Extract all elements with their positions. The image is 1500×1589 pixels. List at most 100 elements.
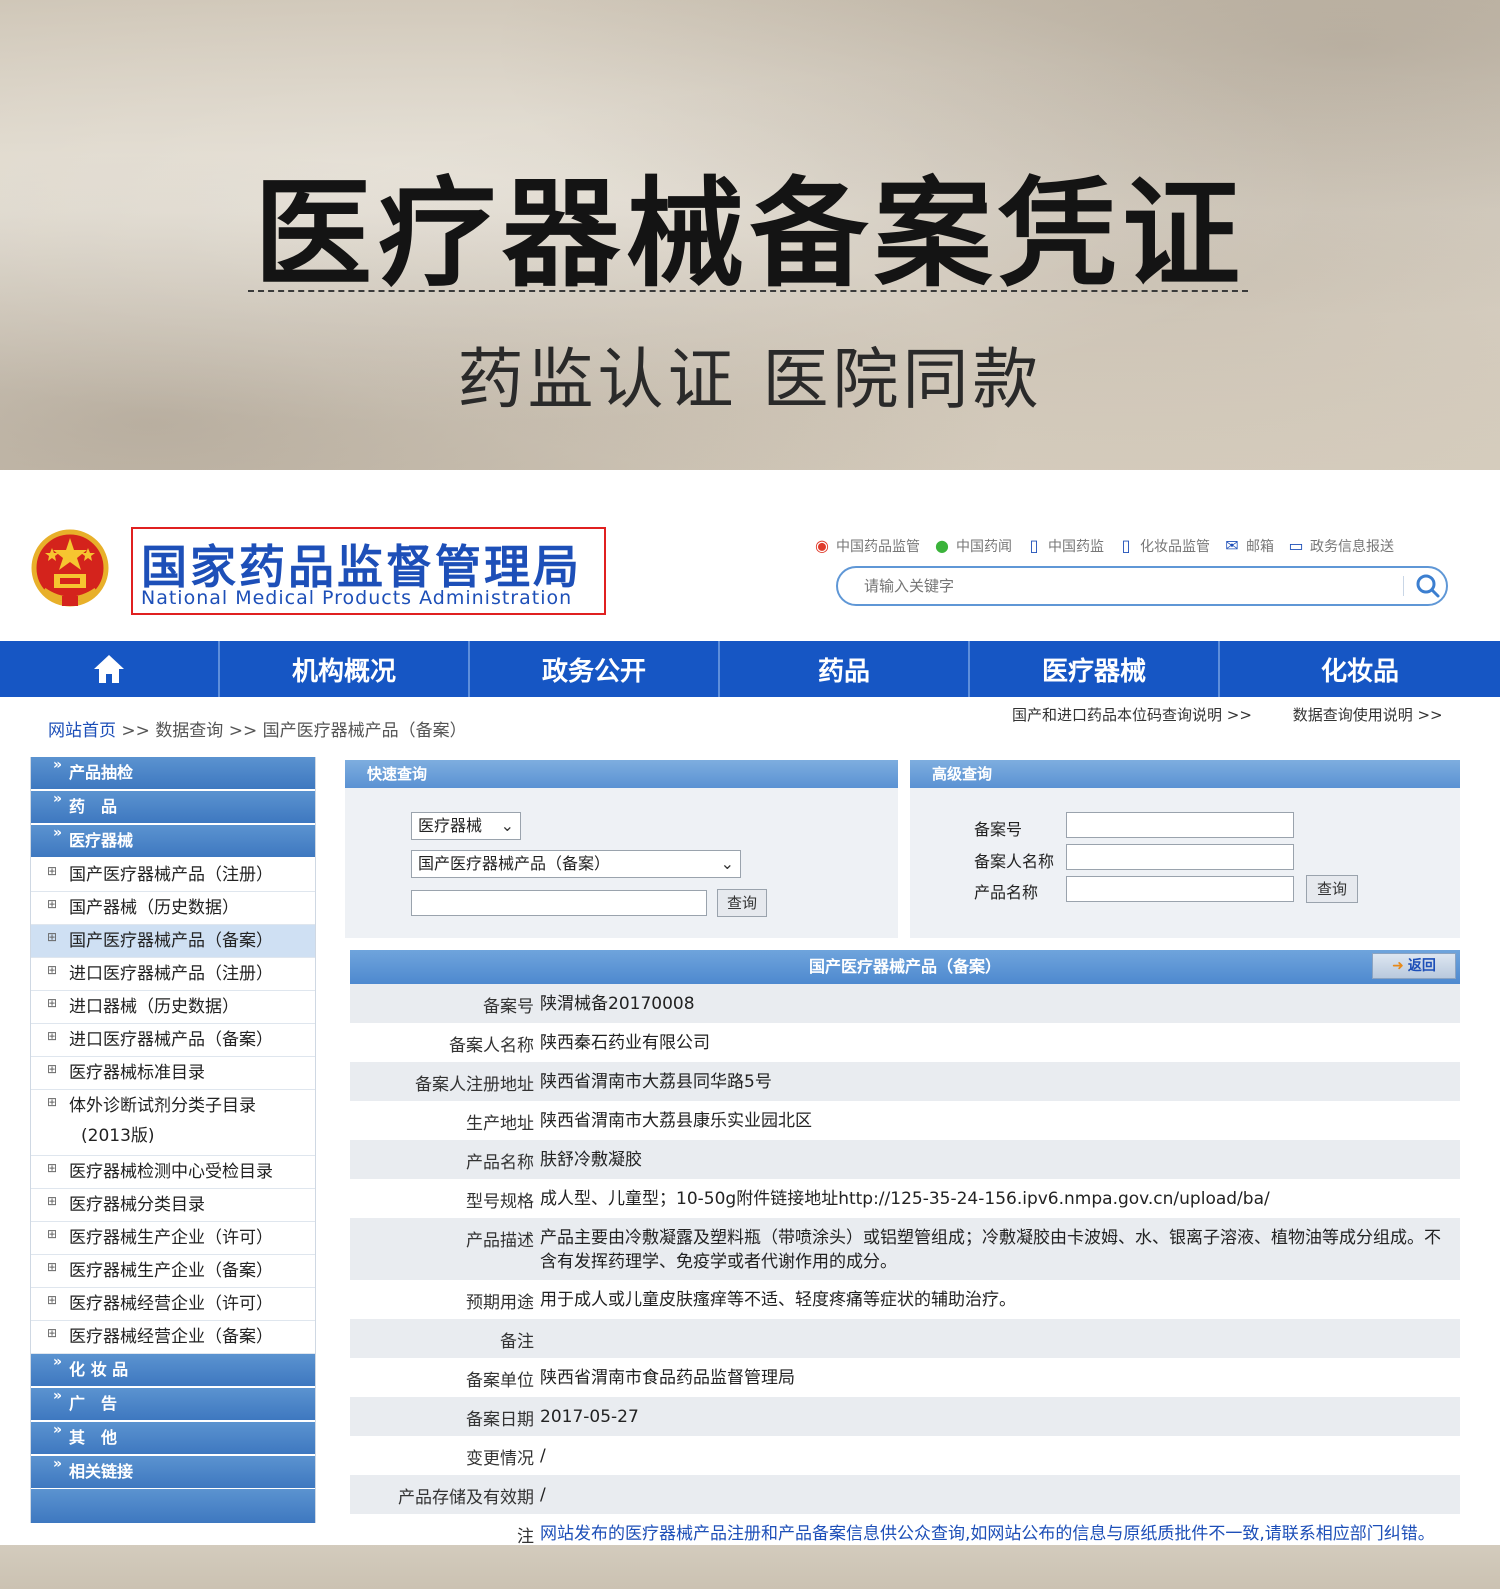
product-name-label: 产品名称: [974, 883, 1039, 902]
category-select-value: 医疗器械: [418, 816, 483, 835]
row-value: 肤舒冷敷凝胶: [540, 1150, 642, 1170]
mail-icon: ✉: [1225, 536, 1239, 555]
chevron-down-icon: ⌄: [720, 854, 734, 873]
row-value: 陕渭械备20170008: [540, 994, 695, 1014]
logo-english: National Medical Products Administration: [141, 587, 573, 609]
top-link-weibo[interactable]: ◉ 中国药品监管: [812, 536, 920, 556]
mobile-icon: ▯: [1121, 536, 1131, 555]
sidebar-section-ads[interactable]: 广 告: [31, 1380, 315, 1420]
result-title: 国产医疗器械产品（备案）: [808, 957, 1001, 976]
help-link-query-guide[interactable]: 数据查询使用说明 >>: [1293, 706, 1443, 724]
sidebar-item-domestic-history[interactable]: 国产器械（历史数据）: [31, 892, 315, 925]
top-link-label: 中国药闻: [956, 539, 1012, 555]
top-link-mail[interactable]: ✉ 邮箱: [1222, 536, 1274, 556]
product-name-field[interactable]: [1066, 876, 1294, 902]
top-link-wechat[interactable]: ● 中国药闻: [932, 536, 1012, 556]
sidebar-section-devices[interactable]: 医疗器械: [31, 817, 315, 857]
sidebar-item-testing-center[interactable]: 医疗器械检测中心受检目录: [31, 1156, 315, 1189]
sidebar-section-links[interactable]: 相关链接: [31, 1448, 315, 1488]
sidebar-item-classification[interactable]: 医疗器械分类目录: [31, 1189, 315, 1222]
sidebar-section-sampling[interactable]: 产品抽检: [31, 749, 315, 789]
row-value: 陕西省渭南市大荔县康乐实业园北区: [540, 1111, 812, 1131]
quick-query-button[interactable]: 查询: [717, 889, 767, 917]
advanced-query-button[interactable]: 查询: [1306, 875, 1358, 903]
table-row: 产品名称 肤舒冷敷凝胶: [350, 1140, 1460, 1179]
filer-name-field[interactable]: [1066, 844, 1294, 870]
banner-subtitle: 药监认证 医院同款: [457, 341, 1043, 418]
top-link-label: 邮箱: [1246, 539, 1274, 555]
help-links: 国产和进口药品本位码查询说明 >> 数据查询使用说明 >>: [1012, 704, 1479, 725]
top-link-mobile-app[interactable]: ▯ 中国药监: [1024, 536, 1104, 556]
row-value: 用于成人或儿童皮肤瘙痒等不适、轻度疼痛等症状的辅助治疗。: [540, 1290, 1016, 1310]
sidebar-item-domestic-filing[interactable]: 国产医疗器械产品（备案）: [31, 925, 315, 958]
filing-number-field[interactable]: [1066, 812, 1294, 838]
site-logo[interactable]: 国家药品监督管理局 National Medical Products Admi…: [131, 527, 606, 615]
advanced-query-panel: 高级查询 备案号 备案人名称 产品名称 查询: [910, 760, 1460, 938]
quick-query-input[interactable]: [411, 890, 707, 916]
nav-item-cosmetics[interactable]: 化妆品: [1220, 641, 1500, 697]
top-link-report[interactable]: ▭ 政务信息报送: [1286, 536, 1394, 556]
top-links: ◉ 中国药品监管 ● 中国药闻 ▯ 中国药监 ▯ 化妆品监管 ✉ 邮箱 ▭ 政务…: [812, 534, 1472, 558]
weibo-icon: ◉: [815, 536, 829, 555]
sidebar-item-ivd-catalog[interactable]: 体外诊断试剂分类子目录 (2013版): [31, 1090, 315, 1156]
banner-title: 医疗器械备案凭证: [253, 165, 1246, 303]
sidebar-item-standards-catalog[interactable]: 医疗器械标准目录: [31, 1057, 315, 1090]
site-search: [836, 566, 1448, 606]
sidebar-item-import-registration[interactable]: 进口医疗器械产品（注册）: [31, 958, 315, 991]
table-row-note: 注 网站发布的医疗器械产品注册和产品备案信息供公众查询,如网站公布的信息与原纸质…: [350, 1514, 1460, 1545]
sidebar-section-cosmetics[interactable]: 化 妆 品: [31, 1346, 315, 1386]
quick-query-title: 快速查询: [345, 760, 898, 788]
row-label: 注: [517, 1527, 534, 1545]
help-link-drug-code[interactable]: 国产和进口药品本位码查询说明 >>: [1012, 706, 1252, 724]
row-value: 网站发布的医疗器械产品注册和产品备案信息供公众查询,如网站公布的信息与原纸质批件…: [540, 1524, 1435, 1544]
table-row: 型号规格 成人型、儿童型；10-50g附件链接地址http://125-35-2…: [350, 1179, 1460, 1218]
table-row: 生产地址 陕西省渭南市大荔县康乐实业园北区: [350, 1101, 1460, 1140]
back-button-label: 返回: [1407, 958, 1436, 974]
database-select[interactable]: 国产医疗器械产品（备案） ⌄: [411, 850, 741, 878]
sidebar-item-distributor-filing[interactable]: 医疗器械经营企业（备案）: [31, 1321, 315, 1354]
row-value: [538, 1319, 1460, 1333]
sidebar-item-manufacturer-filing[interactable]: 医疗器械生产企业（备案）: [31, 1255, 315, 1288]
table-row: 备注: [350, 1319, 1460, 1358]
row-label: 备案日期: [466, 1410, 534, 1430]
sidebar-section-other[interactable]: 其 他: [31, 1414, 315, 1454]
search-icon[interactable]: [1414, 571, 1442, 601]
table-row: 备案单位 陕西省渭南市食品药品监督管理局: [350, 1358, 1460, 1397]
nav-item-drugs[interactable]: 药品: [720, 641, 970, 697]
top-link-cosmetics[interactable]: ▯ 化妆品监管: [1116, 536, 1210, 556]
breadcrumb-home[interactable]: 网站首页: [48, 721, 116, 741]
row-label: 备案单位: [466, 1371, 534, 1391]
bottom-decoration: [0, 1545, 1500, 1589]
nav-item-organization[interactable]: 机构概况: [220, 641, 470, 697]
back-button[interactable]: ➜ 返回: [1372, 953, 1456, 979]
sidebar-section-drugs[interactable]: 药 品: [31, 783, 315, 823]
sidebar-item-distributor-license[interactable]: 医疗器械经营企业（许可）: [31, 1288, 315, 1321]
sidebar-item-manufacturer-license[interactable]: 医疗器械生产企业（许可）: [31, 1222, 315, 1255]
table-row: 变更情况 /: [350, 1436, 1460, 1475]
sidebar-item-label-version: (2013版): [81, 1126, 155, 1146]
search-input[interactable]: [864, 575, 1384, 597]
breadcrumb: 网站首页 >> 数据查询 >> 国产医疗器械产品（备案）: [48, 716, 467, 741]
category-select[interactable]: 医疗器械 ⌄: [411, 812, 521, 840]
row-value: /: [540, 1485, 546, 1505]
sidebar-item-import-filing[interactable]: 进口医疗器械产品（备案）: [31, 1024, 315, 1057]
filer-name-label: 备案人名称: [974, 852, 1055, 871]
row-label: 产品存储及有效期: [398, 1488, 534, 1508]
breadcrumb-separator: >>: [121, 721, 150, 741]
sidebar-item-import-history[interactable]: 进口器械（历史数据）: [31, 991, 315, 1024]
nav-home[interactable]: [0, 641, 220, 697]
row-label: 备案人名称: [449, 1036, 534, 1056]
mobile-icon: ▯: [1029, 536, 1039, 555]
top-link-label: 化妆品监管: [1140, 539, 1210, 555]
nav-item-government-affairs[interactable]: 政务公开: [470, 641, 720, 697]
row-label: 生产地址: [466, 1114, 534, 1134]
nav-item-medical-devices[interactable]: 医疗器械: [970, 641, 1220, 697]
row-value[interactable]: 成人型、儿童型；10-50g附件链接地址http://125-35-24-156…: [538, 1179, 1460, 1217]
row-value: 陕西省渭南市食品药品监督管理局: [540, 1368, 795, 1388]
row-value: 产品主要由冷敷凝露及塑料瓶（带喷涂头）或铝塑管组成；冷敷凝胶由卡波姆、水、银离子…: [540, 1228, 1441, 1272]
promo-banner: 医疗器械备案凭证 药监认证 医院同款: [0, 0, 1500, 470]
row-value: 陕西省渭南市大荔县同华路5号: [540, 1072, 772, 1092]
sidebar-item-domestic-registration[interactable]: 国产医疗器械产品（注册）: [31, 859, 315, 892]
monitor-icon: ▭: [1288, 536, 1304, 555]
breadcrumb-data-query[interactable]: 数据查询: [155, 721, 223, 741]
